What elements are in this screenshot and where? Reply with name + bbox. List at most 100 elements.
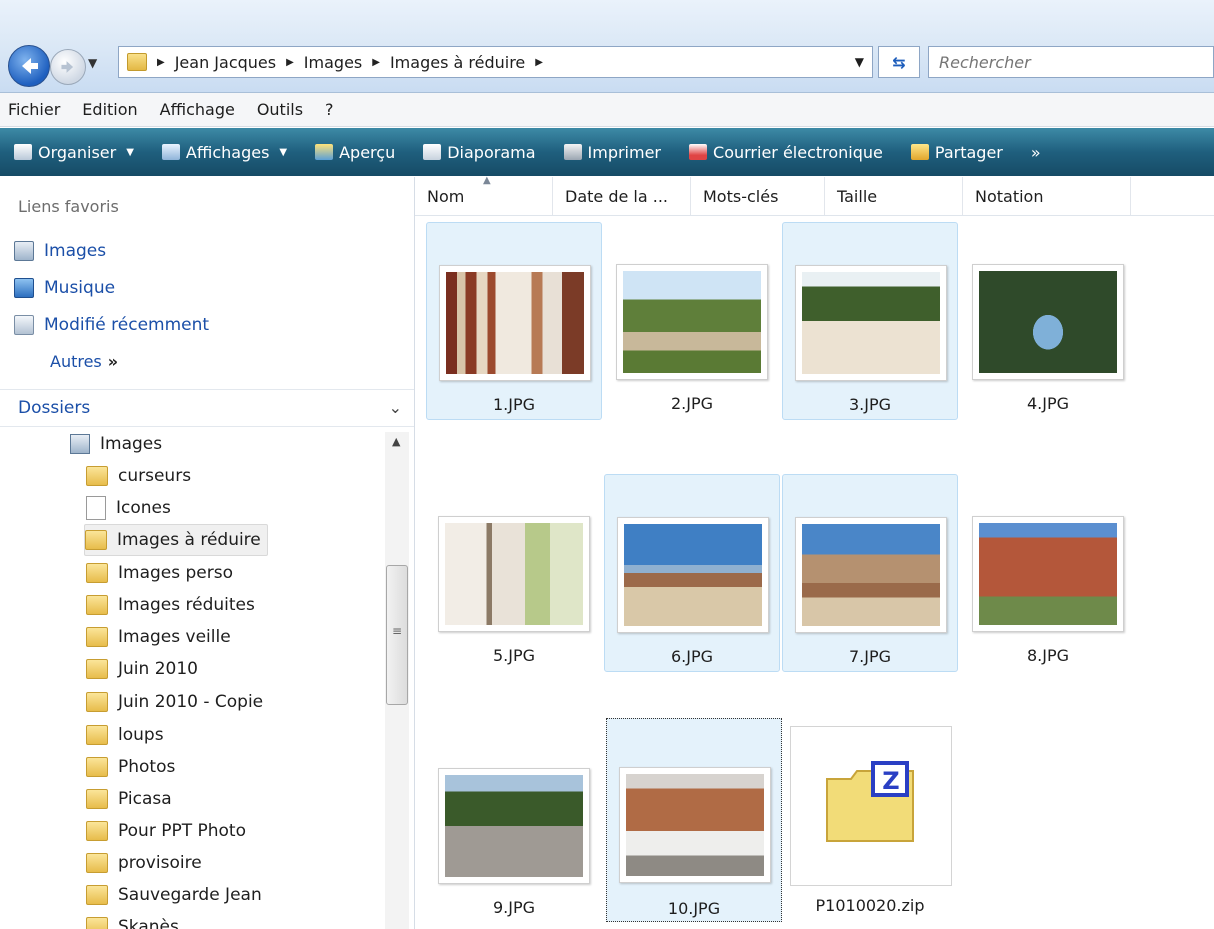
folder-icon [86, 821, 108, 841]
thumbnail [616, 264, 768, 380]
search-input[interactable] [928, 46, 1214, 78]
email-icon [689, 144, 708, 160]
command-bar: Organiser ▼ Affichages ▼ Aperçu Diaporama … [0, 128, 1214, 176]
courrier-button[interactable]: Courrier électronique [689, 143, 883, 162]
forward-button[interactable] [50, 49, 86, 85]
photo-thumbnail [979, 271, 1117, 373]
file-tile-10[interactable]: 10.JPG [606, 718, 782, 922]
tree-item[interactable]: loups [86, 720, 170, 750]
tree-item[interactable]: Icones [86, 493, 177, 523]
favorite-images[interactable]: Images [14, 241, 106, 261]
folder-icon [86, 917, 108, 929]
photo-thumbnail [445, 775, 583, 877]
column-header-size[interactable]: Taille [825, 177, 963, 215]
folder-icon [86, 757, 108, 777]
chevron-right-icon[interactable]: ▶ [535, 57, 543, 68]
arrow-left-icon [22, 58, 38, 74]
folder-icon [86, 563, 108, 583]
preview-icon [315, 144, 334, 160]
favorite-recent[interactable]: Modifié récemment [14, 315, 209, 335]
photo-thumbnail [626, 774, 764, 876]
organiser-button[interactable]: Organiser ▼ [14, 143, 134, 162]
tree-item[interactable]: Juin 2010 [86, 654, 204, 684]
menu-bar: Fichier Edition Affichage Outils ? [0, 93, 1214, 127]
share-icon [910, 144, 929, 160]
tree-item[interactable]: Images perso [86, 558, 239, 588]
thumbnail [795, 517, 947, 633]
zip-thumbnail: Z [790, 726, 952, 886]
folder-icon [86, 627, 108, 647]
thumbnail [438, 768, 590, 884]
imprimer-button[interactable]: Imprimer [563, 143, 661, 162]
tree-item[interactable]: Picasa [86, 784, 178, 814]
chevron-right-icon[interactable]: ▶ [286, 57, 294, 68]
thumbnail [795, 265, 947, 381]
refresh-button[interactable]: ⇆ [878, 46, 920, 78]
address-bar: ▼ ▶ Jean Jacques ▶ Images ▶ Images à réd… [0, 0, 1214, 93]
file-tile-7[interactable]: 7.JPG [782, 474, 958, 672]
tree-item[interactable]: Skanès [86, 912, 185, 929]
file-tile-zip[interactable]: Z P1010020.zip [782, 726, 958, 926]
diaporama-button[interactable]: Diaporama [423, 143, 536, 162]
chevron-down-icon[interactable]: ⌄ [389, 398, 402, 417]
grip-icon: ≡ [392, 624, 403, 638]
tree-item-selected[interactable]: Images à réduire [84, 524, 268, 556]
thumbnail [972, 264, 1124, 380]
tree-item[interactable]: curseurs [86, 461, 197, 491]
file-tile-6[interactable]: 6.JPG [604, 474, 780, 672]
breadcrumb-item[interactable]: Jean Jacques [175, 53, 276, 72]
tree-item[interactable]: Images réduites [86, 590, 261, 620]
back-button[interactable] [8, 45, 50, 87]
partager-button[interactable]: Partager [910, 143, 1003, 162]
column-header-keywords[interactable]: Mots-clés [691, 177, 825, 215]
column-header-date[interactable]: Date de la ... [553, 177, 691, 215]
affichages-button[interactable]: Affichages ▼ [161, 143, 287, 162]
recent-pages-dropdown[interactable]: ▼ [88, 56, 97, 70]
file-tile-4[interactable]: 4.JPG [960, 222, 1136, 420]
menu-edition[interactable]: Edition [82, 100, 137, 119]
column-header-nom[interactable]: Nom ▲ [415, 175, 553, 215]
scroll-up-icon[interactable]: ▲ [392, 435, 400, 448]
thumbnail [619, 767, 771, 883]
file-tile-1[interactable]: 1.JPG [426, 222, 602, 420]
menu-affichage[interactable]: Affichage [160, 100, 235, 119]
tree-item[interactable]: Photos [86, 752, 181, 782]
folders-header[interactable]: Dossiers ⌄ [0, 389, 414, 427]
file-tile-2[interactable]: 2.JPG [604, 222, 780, 420]
breadcrumb[interactable]: ▶ Jean Jacques ▶ Images ▶ Images à rédui… [118, 46, 873, 78]
menu-outils[interactable]: Outils [257, 100, 303, 119]
arrow-right-icon [61, 61, 74, 73]
more-commands-button[interactable]: » [1031, 143, 1041, 162]
chevron-down-icon[interactable]: ▼ [855, 55, 864, 69]
chevron-right-icon[interactable]: ▶ [157, 57, 165, 68]
menu-help[interactable]: ? [325, 100, 334, 119]
slideshow-icon [423, 144, 442, 160]
column-header-rating[interactable]: Notation [963, 177, 1131, 215]
tree-item[interactable]: provisoire [86, 848, 208, 878]
folder-icon [85, 530, 107, 550]
menu-fichier[interactable]: Fichier [8, 100, 60, 119]
file-tile-5[interactable]: 5.JPG [426, 474, 602, 672]
zip-archive-icon [826, 761, 914, 842]
tree-item[interactable]: Juin 2010 - Copie [86, 687, 269, 717]
file-tile-3[interactable]: 3.JPG [782, 222, 958, 420]
thumbnail [972, 516, 1124, 632]
folder-icon [86, 853, 108, 873]
chevron-right-icon[interactable]: ▶ [372, 57, 380, 68]
breadcrumb-item[interactable]: Images à réduire [390, 53, 525, 72]
tree-item[interactable]: Sauvegarde Jean [86, 880, 268, 910]
tree-item[interactable]: Images veille [86, 622, 237, 652]
favorite-musique[interactable]: Musique [14, 278, 115, 298]
file-tile-9[interactable]: 9.JPG [426, 726, 602, 924]
apercu-button[interactable]: Aperçu [315, 143, 395, 162]
breadcrumb-item[interactable]: Images [304, 53, 362, 72]
chevron-down-icon: ▼ [126, 146, 134, 158]
photo-thumbnail [979, 523, 1117, 625]
favorite-others[interactable]: Autres» [50, 352, 118, 371]
column-headers: Nom ▲ Date de la ... Mots-clés Taille Not… [415, 175, 1214, 216]
organize-icon [14, 144, 32, 160]
tree-item-images[interactable]: Images [70, 429, 168, 459]
printer-icon [563, 144, 582, 160]
file-tile-8[interactable]: 8.JPG [960, 474, 1136, 672]
tree-item[interactable]: Pour PPT Photo [86, 816, 252, 846]
